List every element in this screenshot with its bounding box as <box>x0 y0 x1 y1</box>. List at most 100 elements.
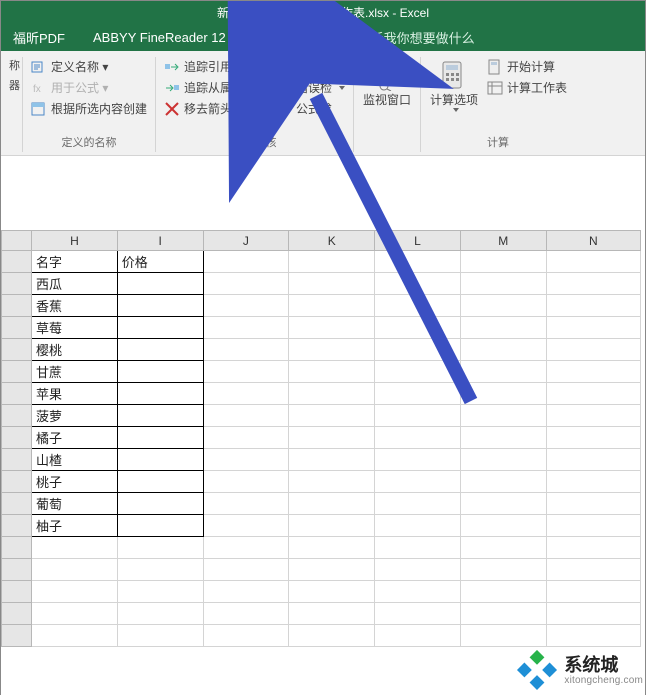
cell[interactable] <box>375 603 461 625</box>
cell[interactable] <box>546 471 640 493</box>
remove-arrows-button[interactable]: 移去箭头 ▾ <box>162 99 243 118</box>
cell[interactable] <box>117 625 203 647</box>
cell[interactable] <box>460 515 546 537</box>
table-row[interactable]: 草莓 <box>2 317 641 339</box>
cell[interactable] <box>460 581 546 603</box>
table-row[interactable]: 菠萝 <box>2 405 641 427</box>
cell[interactable] <box>460 493 546 515</box>
tab-abbyy[interactable]: ABBYY FineReader 12 <box>89 26 230 49</box>
cell[interactable] <box>203 581 289 603</box>
cell[interactable]: 草莓 <box>32 317 118 339</box>
cell[interactable] <box>117 449 203 471</box>
row-header[interactable] <box>2 559 32 581</box>
row-header[interactable] <box>2 449 32 471</box>
table-row[interactable]: 香蕉 <box>2 295 641 317</box>
cell[interactable] <box>203 273 289 295</box>
watch-window-button[interactable]: 监视窗口 <box>360 57 414 110</box>
cell[interactable]: 葡萄 <box>32 493 118 515</box>
cell[interactable]: 柚子 <box>32 515 118 537</box>
col-header-L[interactable]: L <box>375 231 461 251</box>
cell[interactable] <box>203 493 289 515</box>
cell[interactable] <box>375 317 461 339</box>
cell[interactable] <box>375 515 461 537</box>
define-name-button[interactable]: 定义名称 ▾ <box>29 57 110 76</box>
cell[interactable] <box>117 581 203 603</box>
row-header[interactable] <box>2 515 32 537</box>
cell[interactable] <box>289 625 375 647</box>
table-row[interactable]: 柚子 <box>2 515 641 537</box>
row-header[interactable] <box>2 273 32 295</box>
row-header[interactable] <box>2 383 32 405</box>
cell[interactable] <box>203 471 289 493</box>
cell[interactable] <box>375 361 461 383</box>
cell[interactable] <box>546 515 640 537</box>
cell[interactable]: 价格 <box>117 251 203 273</box>
cell[interactable]: 西瓜 <box>32 273 118 295</box>
cell[interactable]: 名字 <box>32 251 118 273</box>
cell[interactable] <box>546 383 640 405</box>
cell[interactable] <box>289 383 375 405</box>
calculate-now-button[interactable]: 开始计算 <box>485 57 557 76</box>
cell[interactable] <box>460 251 546 273</box>
create-from-selection-button[interactable]: 根据所选内容创建 <box>29 99 149 118</box>
error-checking-button[interactable]: ! 错误检 <box>274 78 347 97</box>
cell[interactable] <box>117 383 203 405</box>
table-row[interactable]: 葡萄 <box>2 493 641 515</box>
cell[interactable] <box>203 383 289 405</box>
column-header-row[interactable]: H I J K L M N <box>2 231 641 251</box>
cell[interactable] <box>460 537 546 559</box>
tab-acrobat[interactable]: ACROBAT <box>250 26 320 49</box>
cell[interactable] <box>460 383 546 405</box>
row-header[interactable] <box>2 317 32 339</box>
row-header[interactable] <box>2 295 32 317</box>
cell[interactable] <box>375 405 461 427</box>
cell[interactable] <box>203 405 289 427</box>
tab-foxit-pdf[interactable]: 福昕PDF <box>9 24 69 51</box>
cell[interactable] <box>289 273 375 295</box>
cell[interactable] <box>117 339 203 361</box>
show-formulas-button[interactable]: fx 显示公式 <box>274 57 346 76</box>
table-row[interactable] <box>2 559 641 581</box>
cell[interactable] <box>460 559 546 581</box>
cell[interactable] <box>460 625 546 647</box>
cell[interactable] <box>460 339 546 361</box>
col-header-H[interactable]: H <box>32 231 118 251</box>
cell[interactable] <box>546 317 640 339</box>
cell[interactable] <box>375 471 461 493</box>
cell[interactable] <box>117 295 203 317</box>
cell[interactable] <box>203 537 289 559</box>
cell[interactable] <box>117 361 203 383</box>
row-header[interactable] <box>2 251 32 273</box>
cell[interactable] <box>546 295 640 317</box>
cell[interactable] <box>32 603 118 625</box>
cell[interactable] <box>289 361 375 383</box>
cell[interactable] <box>546 273 640 295</box>
cell[interactable] <box>117 273 203 295</box>
cell[interactable] <box>375 449 461 471</box>
cell[interactable] <box>289 449 375 471</box>
cell[interactable] <box>460 427 546 449</box>
col-header-N[interactable]: N <box>546 231 640 251</box>
cell[interactable] <box>546 581 640 603</box>
cell[interactable] <box>203 317 289 339</box>
row-header[interactable] <box>2 603 32 625</box>
cell[interactable] <box>32 625 118 647</box>
cell[interactable] <box>546 537 640 559</box>
cell[interactable] <box>375 295 461 317</box>
cell[interactable] <box>289 493 375 515</box>
table-row[interactable] <box>2 625 641 647</box>
table-row[interactable] <box>2 537 641 559</box>
cell[interactable] <box>460 295 546 317</box>
select-all-corner[interactable] <box>2 231 32 251</box>
table-row[interactable] <box>2 603 641 625</box>
cell[interactable] <box>375 625 461 647</box>
table-row[interactable]: 樱桃 <box>2 339 641 361</box>
cell[interactable] <box>203 361 289 383</box>
cell[interactable] <box>203 515 289 537</box>
row-header[interactable] <box>2 427 32 449</box>
cell[interactable] <box>203 625 289 647</box>
cell[interactable] <box>546 603 640 625</box>
cell[interactable] <box>546 493 640 515</box>
cell[interactable] <box>460 449 546 471</box>
cell[interactable] <box>203 427 289 449</box>
